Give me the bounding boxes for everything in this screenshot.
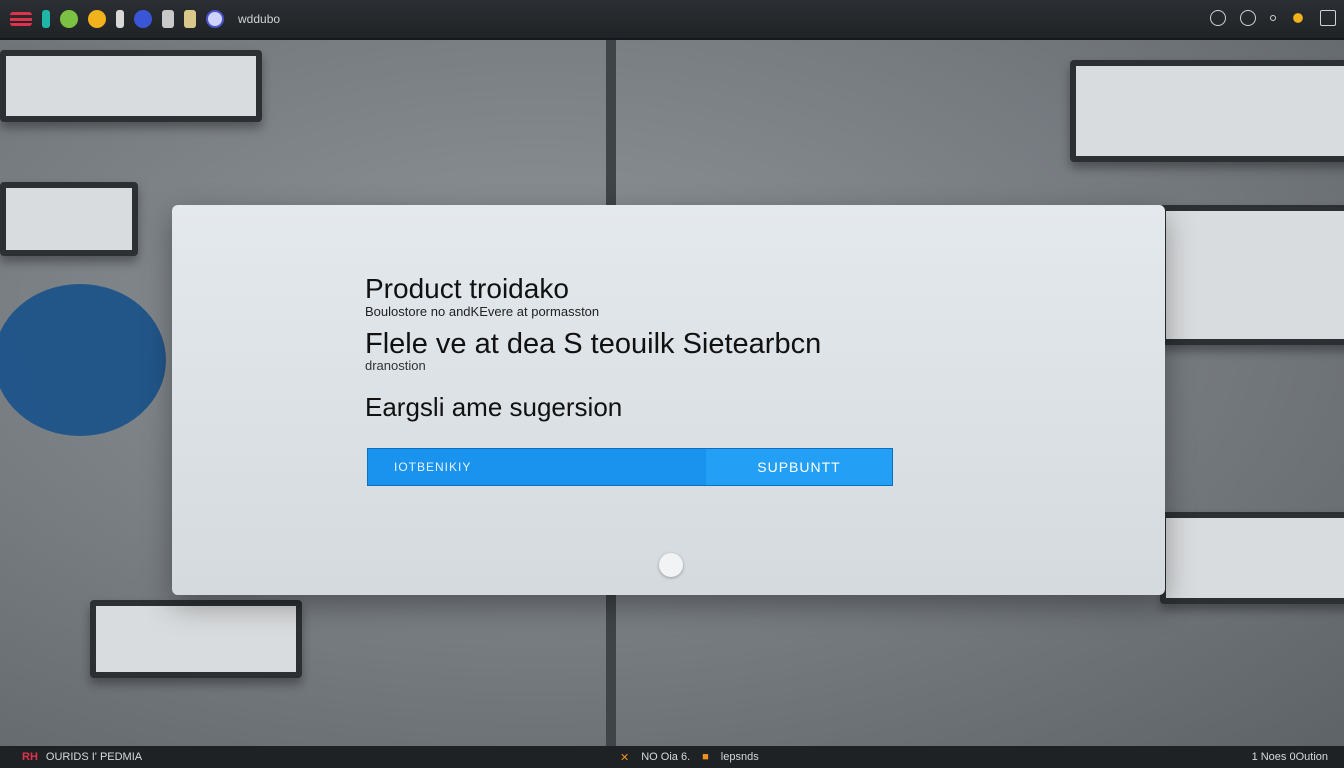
- submit-button[interactable]: SUPBUNTT: [706, 449, 892, 485]
- product-dialog: Product troidako Boulostore no andKEvere…: [172, 205, 1165, 595]
- background-card: [1160, 205, 1344, 345]
- search-form: SUPBUNTT: [367, 448, 893, 486]
- dialog-title: Product troidako: [365, 273, 569, 304]
- background-circle: [0, 284, 166, 436]
- app-icon-teal[interactable]: [42, 10, 50, 28]
- network-icon[interactable]: [1240, 10, 1256, 26]
- window-title: wddubo: [238, 12, 281, 26]
- dialog-suggestion: Eargsli ame sugersion: [365, 392, 623, 422]
- status-mid-text: NO Oia 6.: [641, 751, 691, 763]
- system-tray: [1210, 10, 1336, 26]
- background-card: [1070, 60, 1344, 162]
- moon-icon[interactable]: [1210, 10, 1226, 26]
- drag-handle[interactable]: [659, 553, 683, 577]
- dot-icon: [1270, 15, 1276, 21]
- exit-icon[interactable]: [1320, 10, 1336, 26]
- search-input[interactable]: [368, 448, 706, 486]
- dialog-prompt: Flele ve at dea S teouilk Sietearbcn: [365, 328, 822, 360]
- app-icon-green[interactable]: [60, 10, 78, 28]
- flag-icon: ■: [702, 751, 709, 763]
- status-right-text: 1 Noes 0Oution: [1251, 751, 1328, 763]
- doc-icon[interactable]: [162, 10, 174, 28]
- background-card: [1160, 512, 1344, 604]
- warning-icon: ✕: [620, 751, 630, 764]
- dialog-hint: dranostion: [365, 358, 426, 373]
- app-icon-yellow[interactable]: [88, 10, 106, 28]
- sun-icon[interactable]: [1290, 10, 1306, 26]
- background-card: [90, 600, 302, 678]
- globe-icon[interactable]: [206, 10, 224, 28]
- status-mid-text2: lepsnds: [720, 751, 759, 763]
- dialog-subtitle: Boulostore no andKEvere at pormasston: [365, 304, 600, 319]
- background-card: [0, 50, 262, 122]
- taskbar-icons: [10, 10, 224, 28]
- menu-icon[interactable]: [10, 12, 32, 26]
- status-tag: RH: [22, 751, 38, 763]
- folder-icon[interactable]: [184, 10, 196, 28]
- file-icon[interactable]: [116, 10, 124, 28]
- top-taskbar: wddubo: [0, 0, 1344, 40]
- status-left-text: OURIDS I' PEDMIA: [45, 751, 143, 763]
- bottom-status-bar: RH OURIDS I' PEDMIA ✕ NO Oia 6. ■ lepsnd…: [0, 746, 1344, 768]
- background-card: [0, 182, 138, 256]
- app-icon-blue[interactable]: [134, 10, 152, 28]
